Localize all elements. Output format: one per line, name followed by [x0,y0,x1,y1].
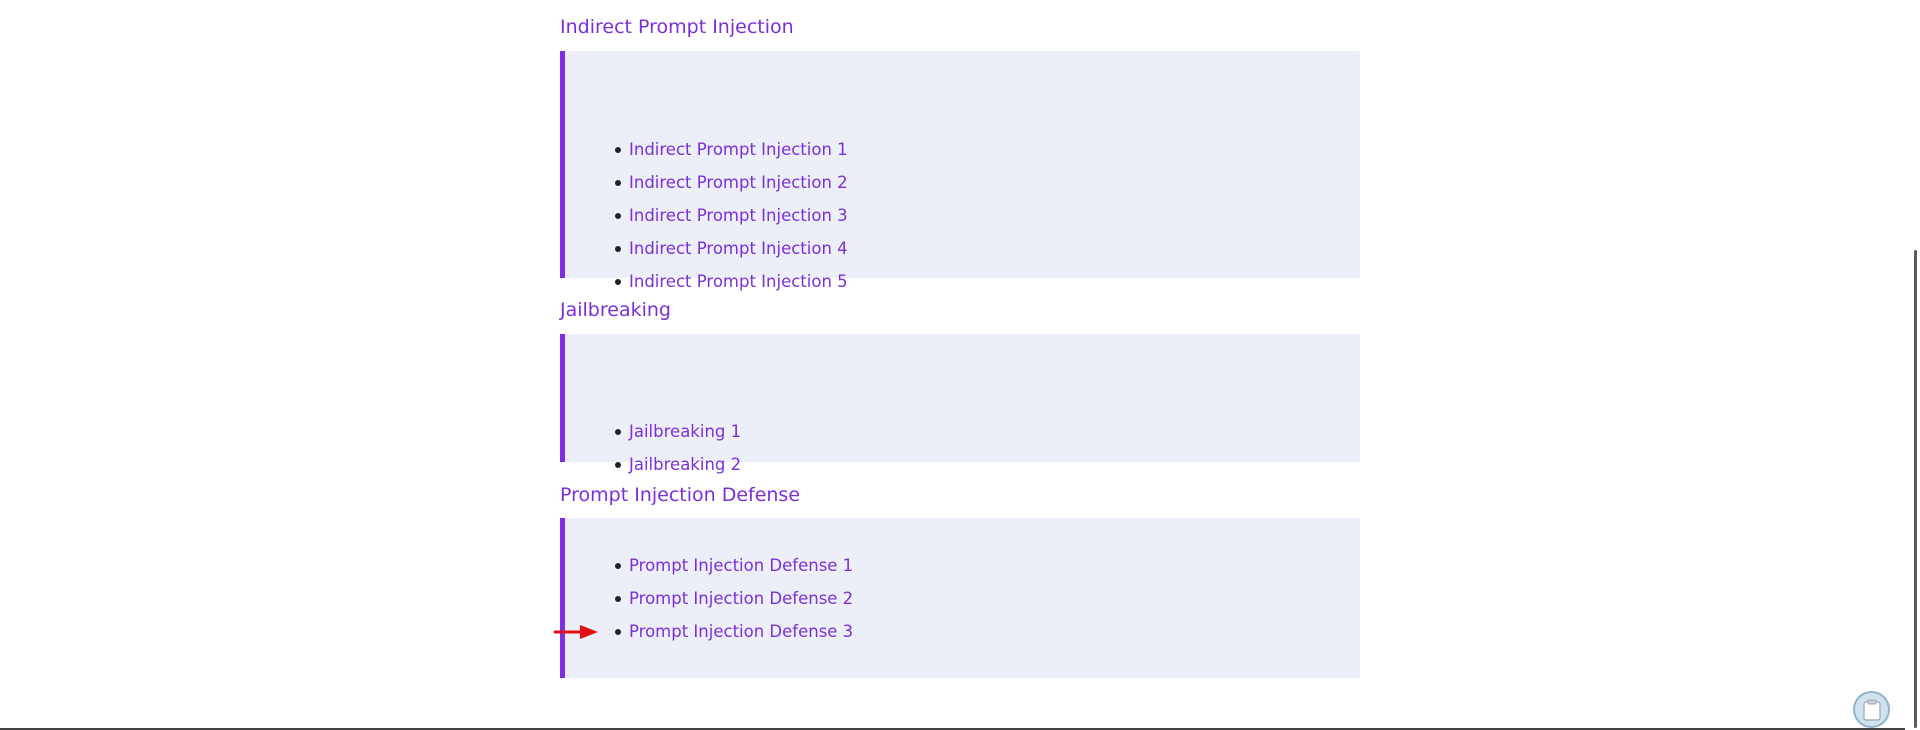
page: Indirect Prompt Injection Indirect Promp… [0,0,1920,730]
section-heading-jailbreaking: Jailbreaking [560,299,671,321]
section-heading-indirect-prompt-injection: Indirect Prompt Injection [560,16,794,38]
bullet [615,179,621,186]
bullet [615,461,621,468]
link-prompt-injection-defense-2[interactable]: Prompt Injection Defense 2 [629,589,853,608]
bullet [615,212,621,219]
list-item: Prompt Injection Defense 1 [615,549,853,582]
section-box-jailbreaking: Jailbreaking 1 Jailbreaking 2 [560,334,1360,474]
bullet [615,562,621,569]
section-box-indirect-prompt-injection: Indirect Prompt Injection 1 Indirect Pro… [560,51,1360,291]
link-indirect-prompt-injection-3[interactable]: Indirect Prompt Injection 3 [629,206,848,225]
link-jailbreaking-2[interactable]: Jailbreaking 2 [629,455,741,474]
section-box-prompt-injection-defense: Prompt Injection Defense 1 Prompt Inject… [554,518,1360,678]
link-indirect-prompt-injection-4[interactable]: Indirect Prompt Injection 4 [629,239,848,258]
link-list: Jailbreaking 1 Jailbreaking 2 [615,415,741,481]
bullet [615,245,621,252]
list-item: Indirect Prompt Injection 1 [615,133,848,166]
link-indirect-prompt-injection-1[interactable]: Indirect Prompt Injection 1 [629,140,848,159]
clipboard-button[interactable] [1853,691,1890,728]
red-arrow-icon [554,625,598,639]
list-item: Indirect Prompt Injection 4 [615,232,848,265]
vertical-scrollbar[interactable] [1905,0,1920,730]
scrollbar-thumb[interactable] [1914,250,1917,728]
link-prompt-injection-defense-1[interactable]: Prompt Injection Defense 1 [629,556,853,575]
list-item: Jailbreaking 2 [615,448,741,481]
bullet [615,428,621,435]
list-item: Prompt Injection Defense 3 [554,615,853,648]
list-item: Jailbreaking 1 [615,415,741,448]
link-list: Prompt Injection Defense 1 Prompt Inject… [554,549,853,648]
list-item: Indirect Prompt Injection 2 [615,166,848,199]
bullet [615,595,621,602]
bullet [615,278,621,285]
link-list: Indirect Prompt Injection 1 Indirect Pro… [615,133,848,298]
link-jailbreaking-1[interactable]: Jailbreaking 1 [629,422,741,441]
clipboard-icon [1862,699,1881,721]
section-heading-prompt-injection-defense: Prompt Injection Defense [560,484,801,506]
bullet [615,628,621,635]
list-item: Prompt Injection Defense 2 [615,582,853,615]
list-item: Indirect Prompt Injection 5 [615,265,848,298]
link-indirect-prompt-injection-5[interactable]: Indirect Prompt Injection 5 [629,272,848,291]
link-indirect-prompt-injection-2[interactable]: Indirect Prompt Injection 2 [629,173,848,192]
bullet [615,146,621,153]
list-item: Indirect Prompt Injection 3 [615,199,848,232]
link-prompt-injection-defense-3[interactable]: Prompt Injection Defense 3 [629,622,853,641]
